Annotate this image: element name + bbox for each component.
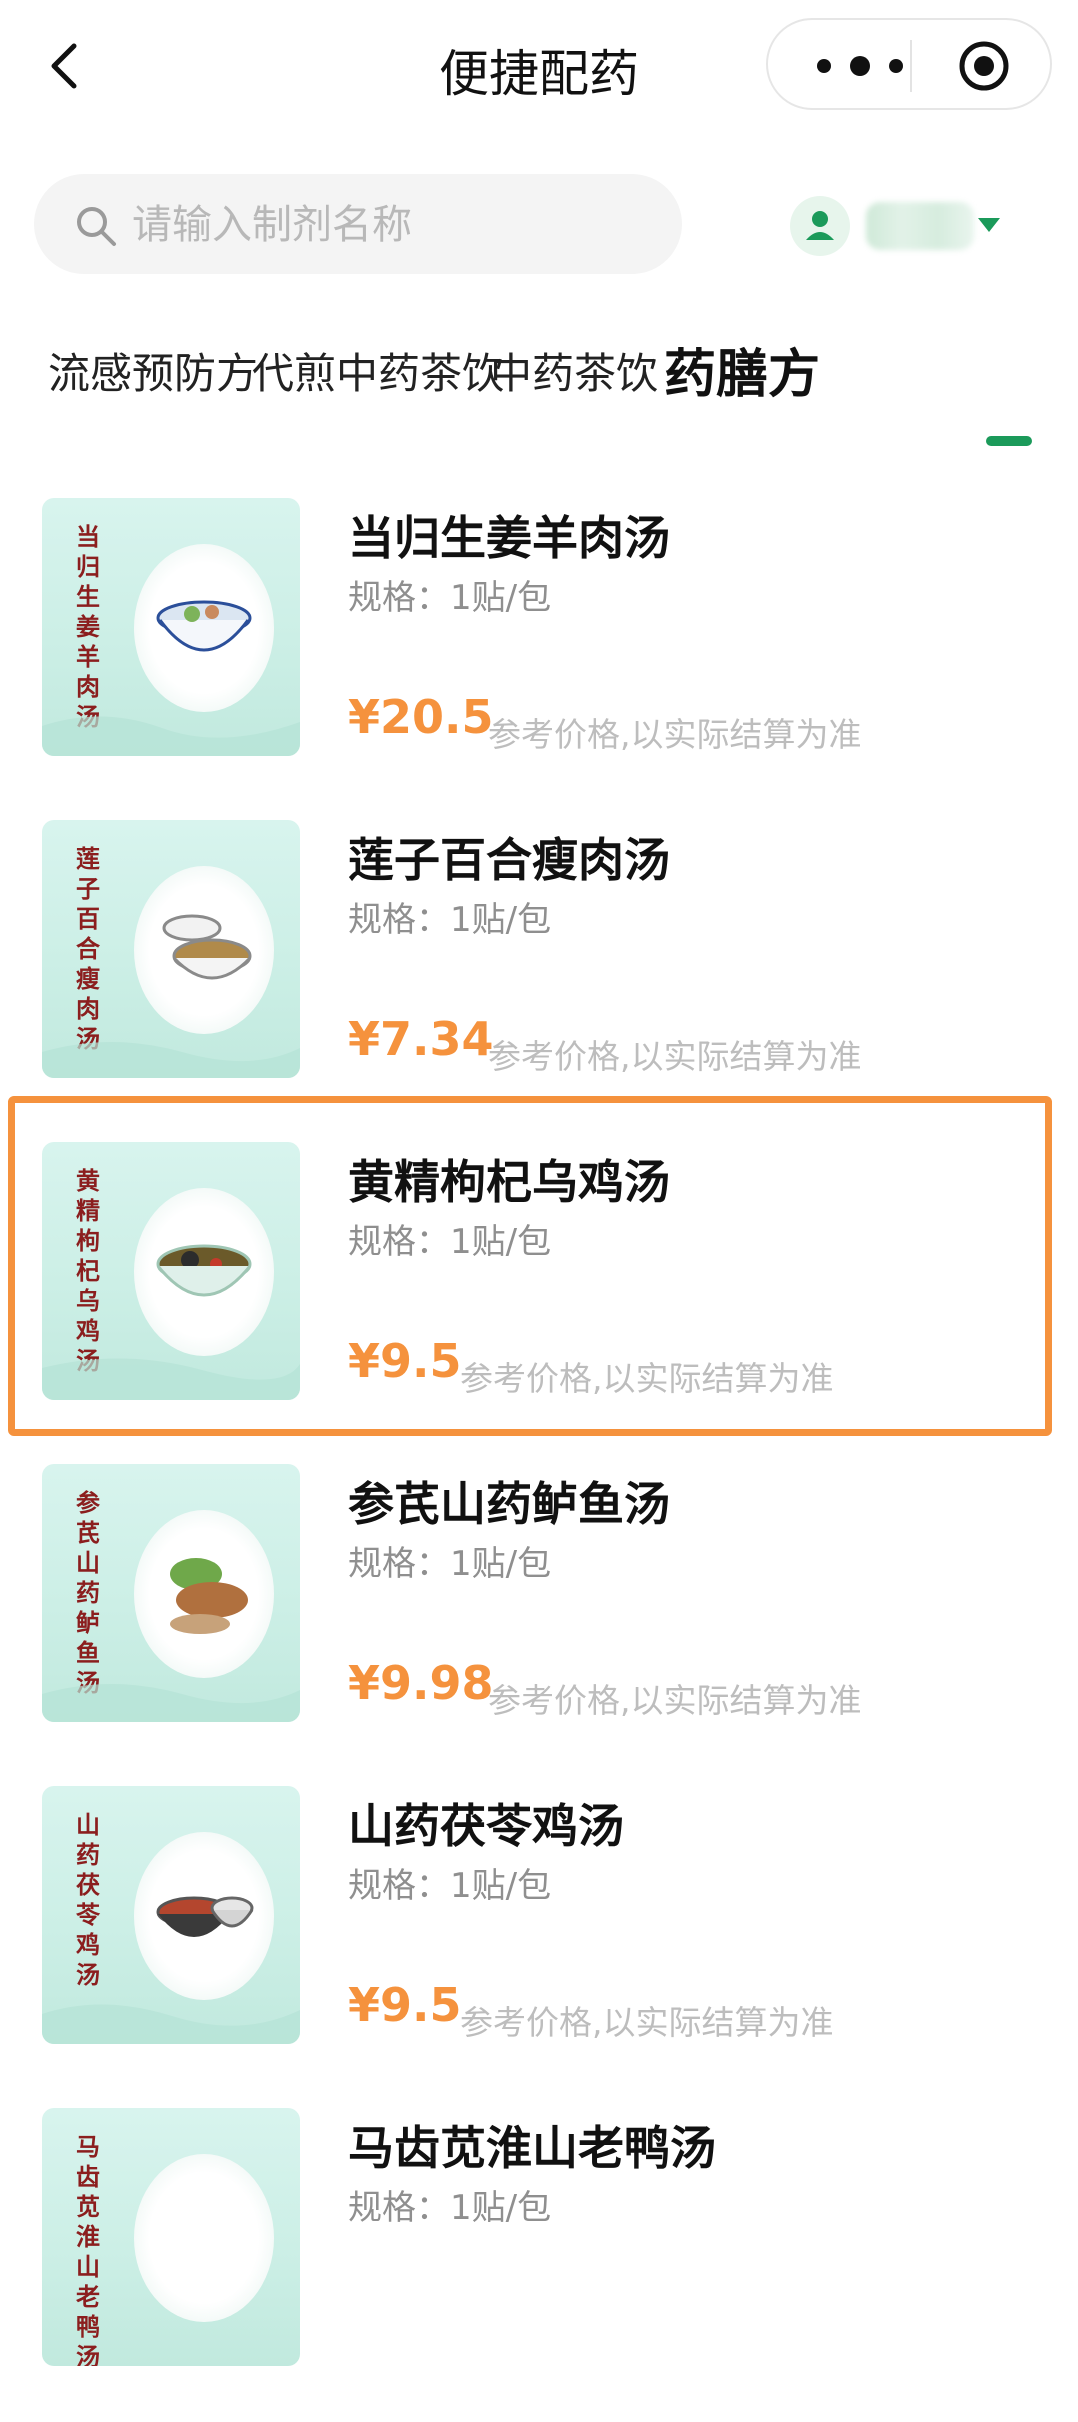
search-icon	[77, 207, 116, 246]
blurred-user-name	[866, 202, 974, 250]
avatar	[790, 196, 850, 256]
tab-flu-prevention[interactable]: 流感预防方	[48, 340, 258, 401]
product-name: 当归生姜羊肉汤	[348, 511, 670, 565]
product-spec: 规格：1贴/包	[348, 1866, 552, 1906]
mist-decoration	[42, 1684, 300, 1722]
product-image: 当归生姜羊肉汤	[42, 498, 300, 756]
product-image: 黄精枸杞乌鸡汤	[42, 1142, 300, 1400]
product-image-caption: 山药茯苓鸡汤	[76, 1810, 100, 1989]
tab-herbal-tea[interactable]: 中药茶饮	[490, 340, 658, 401]
soup-bowl-icon	[162, 914, 252, 980]
price-note: 参考价格,以实际结算为准	[460, 2003, 834, 2042]
more-options-icon[interactable]	[808, 52, 912, 80]
price-note: 参考价格,以实际结算为准	[488, 715, 862, 754]
product-spec: 规格：1贴/包	[348, 1544, 552, 1584]
tab-decocted-herbal-tea[interactable]: 代煎中药茶饮	[252, 340, 504, 401]
mist-decoration	[42, 1358, 300, 1400]
mist-decoration	[42, 1042, 300, 1078]
close-target-icon[interactable]	[958, 40, 1010, 92]
product-spec: 规格：1贴/包	[348, 578, 552, 618]
product-name: 马齿苋淮山老鸭汤	[348, 2121, 716, 2175]
product-image-caption: 马齿苋淮山老鸭汤	[76, 2132, 100, 2366]
product-image: 莲子百合瘦肉汤	[42, 820, 300, 1078]
product-spec: 规格：1贴/包	[348, 1222, 552, 1262]
product-price: ¥9.5	[348, 1334, 462, 1388]
category-tabs: 流感预防方 代煎中药茶饮 中药茶饮 药膳方	[0, 330, 1078, 450]
active-tab-indicator	[986, 436, 1032, 446]
list-item[interactable]: 山药茯苓鸡汤 山药茯苓鸡汤 规格：1贴/包 ¥9.5 参考价格,以实际结算为准	[0, 1778, 1078, 2100]
list-item[interactable]: 当归生姜羊肉汤 当归生姜羊肉汤 规格：1贴/包 ¥20.5 参考价格,以实际结算…	[0, 490, 1078, 812]
product-image: 参芪山药鲈鱼汤	[42, 1464, 300, 1722]
product-image: 马齿苋淮山老鸭汤	[42, 2108, 300, 2366]
price-note: 参考价格,以实际结算为准	[460, 1359, 834, 1398]
product-name: 黄精枸杞乌鸡汤	[348, 1155, 670, 1209]
list-item[interactable]: 莲子百合瘦肉汤 莲子百合瘦肉汤 规格：1贴/包 ¥7.34 参考价格,以实际结算…	[0, 812, 1078, 1134]
product-price: ¥20.5	[348, 690, 494, 744]
soup-bowl-icon	[156, 1244, 252, 1297]
tab-medicinal-diet[interactable]: 药膳方	[664, 332, 820, 407]
product-price: ¥9.5	[348, 1978, 462, 2032]
list-item[interactable]: 黄精枸杞乌鸡汤 黄精枸杞乌鸡汤 规格：1贴/包 ¥9.5 参考价格,以实际结算为…	[0, 1134, 1078, 1456]
search-input[interactable]	[130, 192, 654, 258]
mini-program-capsule	[766, 18, 1052, 110]
product-price: ¥9.98	[348, 1656, 494, 1710]
product-image: 山药茯苓鸡汤	[42, 1786, 300, 2044]
search-bar[interactable]	[34, 174, 682, 274]
product-spec: 规格：1贴/包	[348, 2188, 552, 2228]
list-item[interactable]: 马齿苋淮山老鸭汤 马齿苋淮山老鸭汤 规格：1贴/包	[0, 2100, 1078, 2422]
price-note: 参考价格,以实际结算为准	[488, 1037, 862, 1076]
product-name: 莲子百合瘦肉汤	[348, 833, 670, 887]
plate-backdrop	[134, 2154, 274, 2322]
chevron-down-icon	[978, 218, 1000, 232]
soup-pot-icon	[156, 1896, 254, 1937]
product-name: 参芪山药鲈鱼汤	[348, 1477, 670, 1531]
product-name: 山药茯苓鸡汤	[348, 1799, 624, 1853]
price-note: 参考价格,以实际结算为准	[488, 1681, 862, 1720]
mist-decoration	[42, 716, 300, 756]
product-price: ¥7.34	[348, 1012, 494, 1066]
capsule-divider	[910, 40, 912, 92]
product-spec: 规格：1贴/包	[348, 900, 552, 940]
user-selector[interactable]	[790, 196, 1010, 256]
mist-decoration	[42, 2004, 300, 2044]
fish-dish-icon	[170, 1558, 248, 1634]
list-item[interactable]: 参芪山药鲈鱼汤 参芪山药鲈鱼汤 规格：1贴/包 ¥9.98 参考价格,以实际结算…	[0, 1456, 1078, 1778]
soup-bowl-icon	[156, 600, 252, 652]
user-icon	[806, 211, 834, 240]
